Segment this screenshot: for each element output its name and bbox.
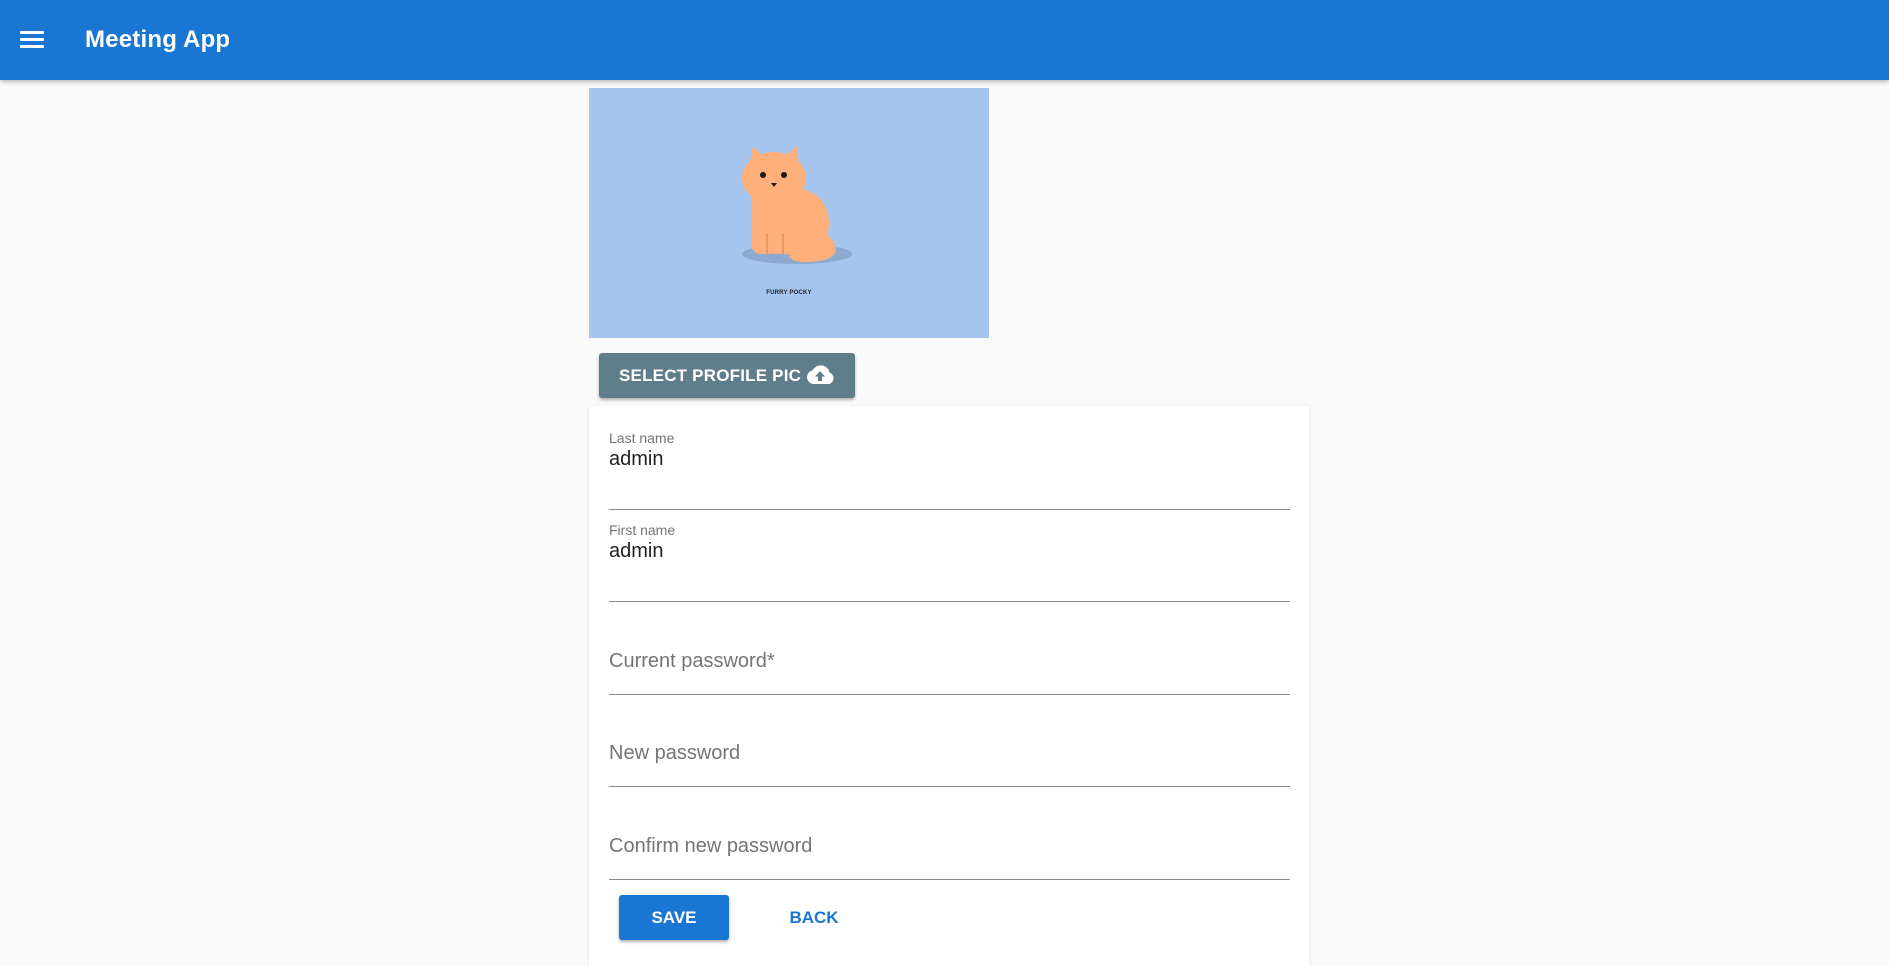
- save-button[interactable]: SAVE: [619, 895, 729, 940]
- confirm-password-field[interactable]: Confirm new password: [609, 800, 1290, 880]
- last-name-field[interactable]: Last name admin: [609, 430, 1290, 510]
- confirm-password-placeholder: Confirm new password: [609, 835, 813, 857]
- menu-icon[interactable]: [18, 28, 46, 52]
- current-password-placeholder: Current password*: [609, 650, 775, 672]
- cat-illustration: [742, 146, 852, 264]
- first-name-value: admin: [609, 540, 664, 562]
- picture-caption: FURRY POCKY: [766, 290, 812, 296]
- last-name-value: admin: [609, 448, 664, 470]
- back-button[interactable]: BACK: [759, 895, 869, 940]
- current-password-underline: [609, 694, 1290, 695]
- select-profile-pic-button[interactable]: SELECT PROFILE PIC: [599, 353, 855, 398]
- new-password-placeholder: New password: [609, 742, 741, 764]
- cloud-upload-icon: [804, 363, 836, 392]
- new-password-field[interactable]: New password: [609, 707, 1290, 787]
- profile-picture: FURRY POCKY: [589, 88, 989, 338]
- first-name-field[interactable]: First name admin: [609, 522, 1290, 602]
- first-name-underline: [609, 601, 1290, 602]
- app-title: Meeting App: [85, 26, 231, 53]
- current-password-field[interactable]: Current password*: [609, 615, 1290, 695]
- new-password-underline: [609, 786, 1290, 787]
- first-name-label: First name: [609, 522, 676, 538]
- app-bar: Meeting App: [0, 0, 1889, 80]
- last-name-label: Last name: [609, 430, 675, 446]
- confirm-password-underline: [609, 879, 1290, 880]
- select-profile-pic-label: SELECT PROFILE PIC: [619, 365, 802, 385]
- last-name-underline: [609, 509, 1290, 510]
- profile-form-card: Last name admin First name admin Current…: [589, 406, 1309, 966]
